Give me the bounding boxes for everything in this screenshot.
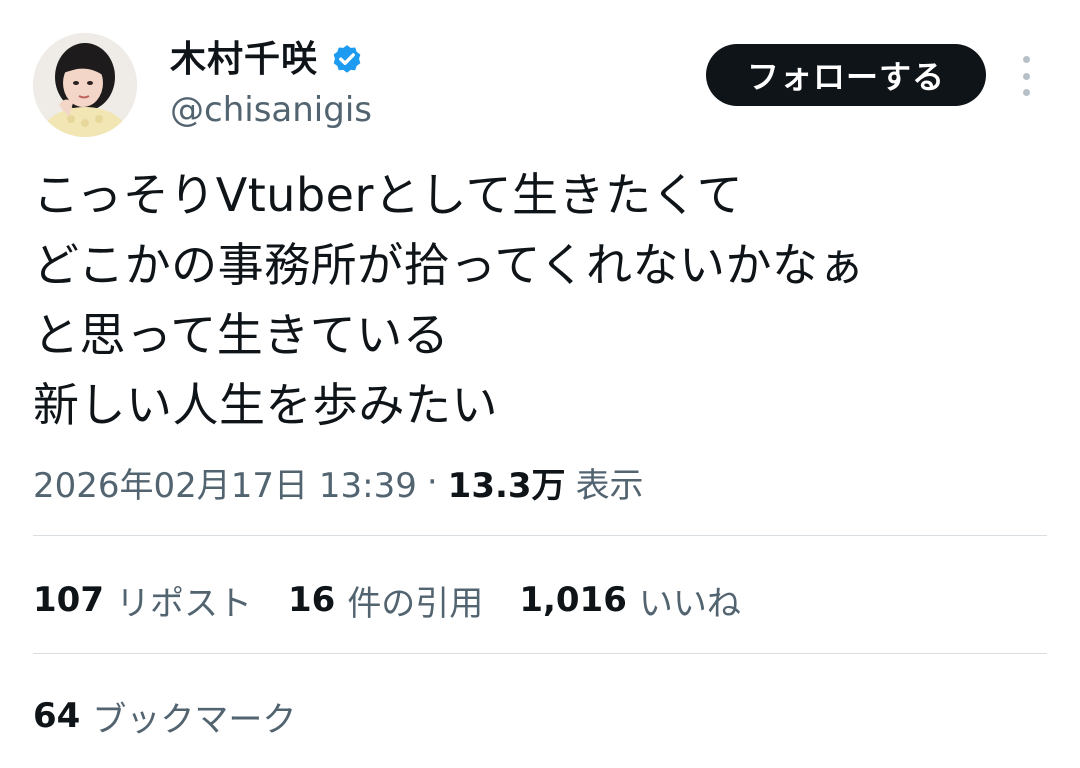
more-dot: [1022, 56, 1030, 63]
more-vertical-icon[interactable]: [1012, 56, 1040, 96]
divider: [33, 535, 1047, 536]
profile-photo: [33, 33, 137, 137]
reposts-count: 107: [33, 580, 104, 620]
engagement-stats: 107 リポスト 16 件の引用 1,016 いいね: [33, 574, 777, 626]
meta-separator: ·: [426, 462, 438, 502]
likes-count: 1,016: [519, 580, 627, 620]
views-label: 表示: [575, 465, 644, 506]
reposts-label: リポスト: [115, 583, 252, 624]
verified-badge-icon[interactable]: [330, 43, 364, 77]
tweet-meta: 2026年02月17日 13:39 · 13.3万 表示: [33, 454, 644, 510]
author-name-row: 木村千咲: [170, 36, 364, 84]
more-dot: [1022, 72, 1030, 80]
reposts-stat[interactable]: 107 リポスト: [33, 576, 252, 625]
author-handle[interactable]: @chisanigis: [170, 88, 372, 132]
more-dot: [1022, 89, 1030, 96]
quotes-stat[interactable]: 16 件の引用: [288, 576, 483, 625]
bookmarks-label: ブックマーク: [92, 699, 297, 740]
timestamp[interactable]: 2026年02月17日 13:39: [33, 458, 417, 507]
tweet-text: こっそりVtuberとして生きたくて どこかの事務所が拾ってくれないかなぁ と思…: [33, 160, 1043, 440]
likes-stat[interactable]: 1,016 いいね: [519, 576, 741, 625]
divider: [33, 653, 1047, 654]
tweet-line: と思って生きている: [33, 308, 450, 362]
tweet-line: どこかの事務所が拾ってくれないかなぁ: [33, 238, 865, 292]
tweet-line: 新しい人生を歩みたい: [33, 378, 498, 432]
views-count: 13.3万: [447, 465, 566, 506]
quotes-label: 件の引用: [347, 583, 484, 624]
display-name[interactable]: 木村千咲: [170, 36, 318, 84]
bookmarks-count: 64: [33, 696, 81, 736]
tweet-line: こっそりVtuberとして生きたくて: [33, 168, 744, 222]
bookmarks-stat[interactable]: 64 ブックマーク: [33, 690, 296, 742]
quotes-count: 16: [287, 580, 336, 620]
likes-label: いいね: [638, 583, 741, 624]
follow-button[interactable]: フォローする: [706, 44, 986, 106]
avatar[interactable]: [33, 33, 137, 137]
